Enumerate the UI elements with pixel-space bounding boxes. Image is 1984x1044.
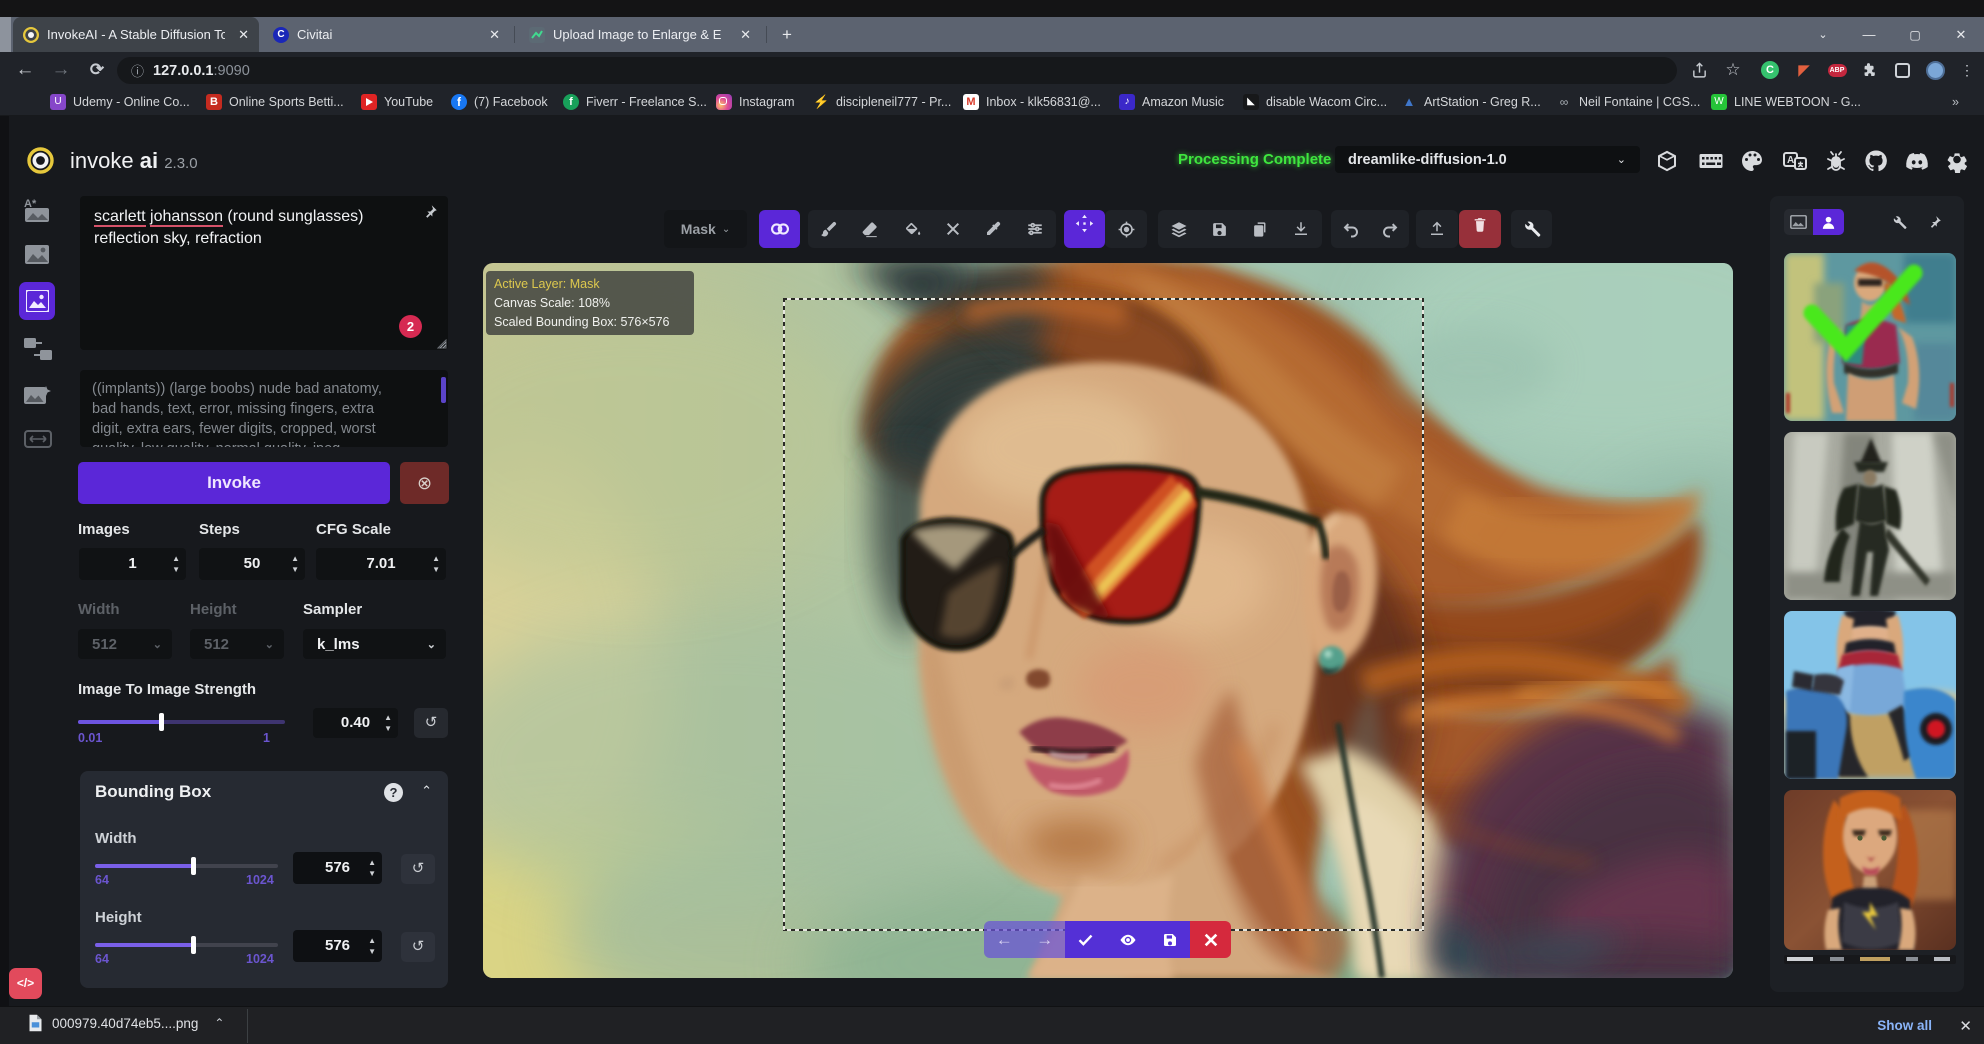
svg-text:A: A (1787, 155, 1794, 166)
